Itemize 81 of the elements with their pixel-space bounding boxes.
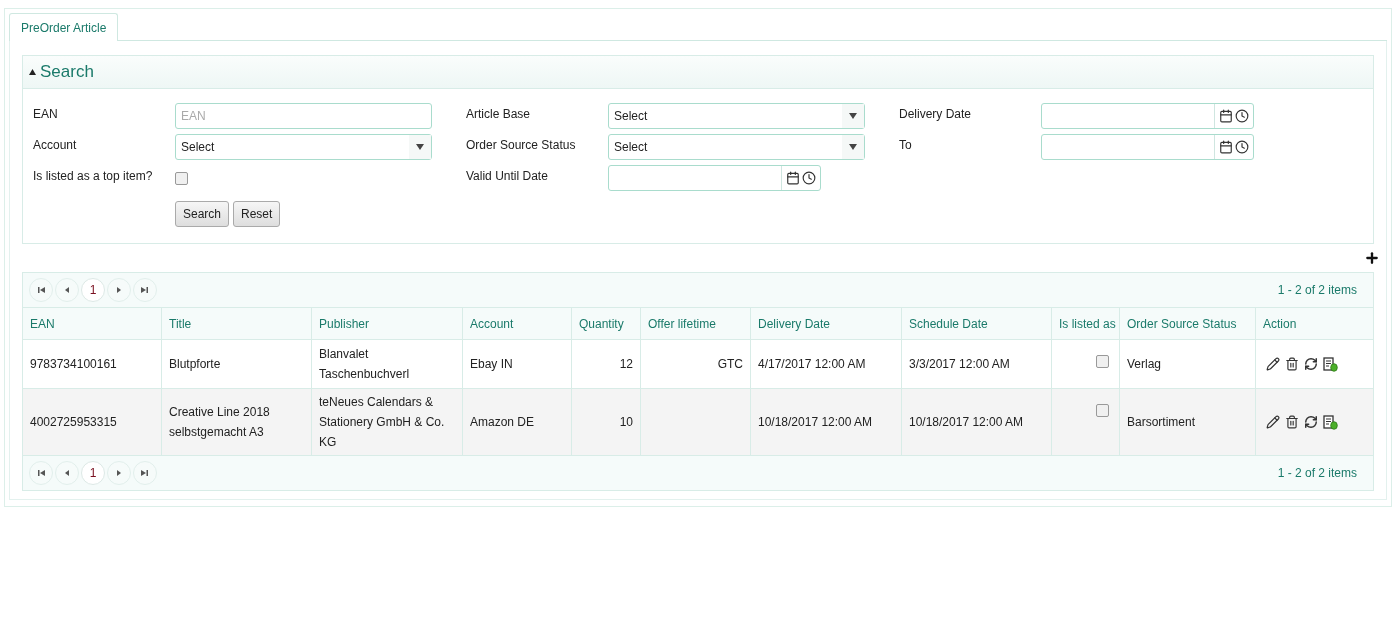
table-cell-text: Verlag xyxy=(1127,356,1162,373)
tab[interactable]: PreOrder Article xyxy=(9,13,119,41)
column-header[interactable]: Offer lifetime xyxy=(648,314,716,333)
search-panel-header[interactable]: Search xyxy=(23,56,1373,89)
skip-triangle-icon xyxy=(36,285,46,295)
date-field[interactable] xyxy=(1041,103,1254,129)
edit-icon[interactable] xyxy=(1266,415,1280,429)
table-cell-text: 9783734100161 xyxy=(30,356,117,373)
table-cell-text: Ebay IN xyxy=(470,356,513,373)
table-cell-text: 3/3/2017 12:00 AM xyxy=(909,356,1010,373)
form-button[interactable]: Search xyxy=(175,201,230,227)
select-field[interactable]: Select xyxy=(608,103,865,129)
table-cell-text: Creative Line 2018 selbstgemacht A3 xyxy=(169,404,271,441)
table-cell-text: GTC xyxy=(717,356,743,373)
first-page-button[interactable] xyxy=(29,278,53,302)
pager-summary: 1 - 2 of 2 items xyxy=(1277,282,1357,299)
column-header[interactable]: Publisher xyxy=(319,314,370,333)
checkbox[interactable] xyxy=(1096,355,1109,368)
table-cell-text: 10/18/2017 12:00 AM xyxy=(909,414,1024,431)
column-header[interactable]: Account xyxy=(470,314,514,333)
search-title: Search xyxy=(40,61,94,84)
table-cell-text: 4/17/2017 12:00 AM xyxy=(758,356,866,373)
skip-triangle-icon xyxy=(36,468,46,478)
column-header[interactable]: Quantity xyxy=(579,314,624,333)
dropdown-caret-icon xyxy=(849,144,857,150)
table-cell-text: Blutpforte xyxy=(169,356,221,373)
column-header[interactable]: Is listed as xyxy=(1059,314,1116,333)
field-label: Is listed as a top item? xyxy=(33,168,154,184)
checkbox[interactable] xyxy=(1096,404,1109,417)
table-cell-text: Barsortiment xyxy=(1127,414,1196,431)
table-cell-text: Amazon DE xyxy=(470,414,535,431)
field-label: To xyxy=(899,137,913,153)
date-field[interactable] xyxy=(1041,134,1254,160)
field-label: EAN xyxy=(33,106,59,122)
page-button[interactable]: 1 xyxy=(81,278,105,302)
column-header[interactable]: Action xyxy=(1263,314,1297,333)
column-header[interactable]: EAN xyxy=(30,314,55,333)
field-label: Valid Until Date xyxy=(466,168,549,184)
checkbox[interactable] xyxy=(175,171,188,185)
table-cell-text: teNeues Calendars & Stationery GmbH & Co. KG xyxy=(319,394,446,451)
clock-icon[interactable] xyxy=(802,171,816,185)
field-label: Delivery Date xyxy=(899,106,973,122)
document-coin-icon[interactable] xyxy=(1323,414,1338,430)
last-page-button[interactable] xyxy=(133,278,157,302)
skip-triangle-icon xyxy=(140,468,150,478)
column-header[interactable]: Order Source Status xyxy=(1127,314,1237,333)
calendar-icon[interactable] xyxy=(1219,140,1233,154)
document-coin-icon[interactable] xyxy=(1323,356,1338,372)
date-field[interactable] xyxy=(608,165,821,191)
last-page-button[interactable] xyxy=(133,461,157,485)
table-cell-text: 10/18/2017 12:00 AM xyxy=(758,414,873,431)
column-header[interactable]: Title xyxy=(169,314,192,333)
field-label: Order Source Status xyxy=(466,137,577,153)
field-label: Account xyxy=(33,137,78,153)
delete-icon[interactable] xyxy=(1285,415,1299,429)
table-cell-text: 12 xyxy=(619,356,633,373)
clock-icon[interactable] xyxy=(1235,140,1249,154)
calendar-icon[interactable] xyxy=(1219,109,1233,123)
select-field[interactable]: Select xyxy=(608,134,865,160)
skip-triangle-icon xyxy=(140,285,150,295)
column-header[interactable]: Schedule Date xyxy=(909,314,988,333)
table-cell-text: 4002725953315 xyxy=(30,414,117,431)
dropdown-caret-icon xyxy=(849,113,857,119)
column-header[interactable]: Delivery Date xyxy=(758,314,831,333)
pager-summary: 1 - 2 of 2 items xyxy=(1277,465,1357,482)
select-field[interactable]: Select xyxy=(175,134,432,160)
form-button[interactable]: Reset xyxy=(233,201,281,227)
table-cell-text: Blanvalet Taschenbuchverl xyxy=(319,346,411,383)
ean-field[interactable]: EAN xyxy=(175,103,432,129)
field-label: Article Base xyxy=(466,106,532,122)
table-cell-text: 10 xyxy=(619,414,633,431)
add-icon[interactable] xyxy=(1364,250,1380,266)
refresh-icon[interactable] xyxy=(1304,415,1318,429)
edit-icon[interactable] xyxy=(1266,357,1280,371)
refresh-icon[interactable] xyxy=(1304,357,1318,371)
calendar-icon[interactable] xyxy=(786,171,800,185)
dropdown-caret-icon xyxy=(416,144,424,150)
page-button[interactable]: 1 xyxy=(81,461,105,485)
clock-icon[interactable] xyxy=(1235,109,1249,123)
first-page-button[interactable] xyxy=(29,461,53,485)
delete-icon[interactable] xyxy=(1285,357,1299,371)
